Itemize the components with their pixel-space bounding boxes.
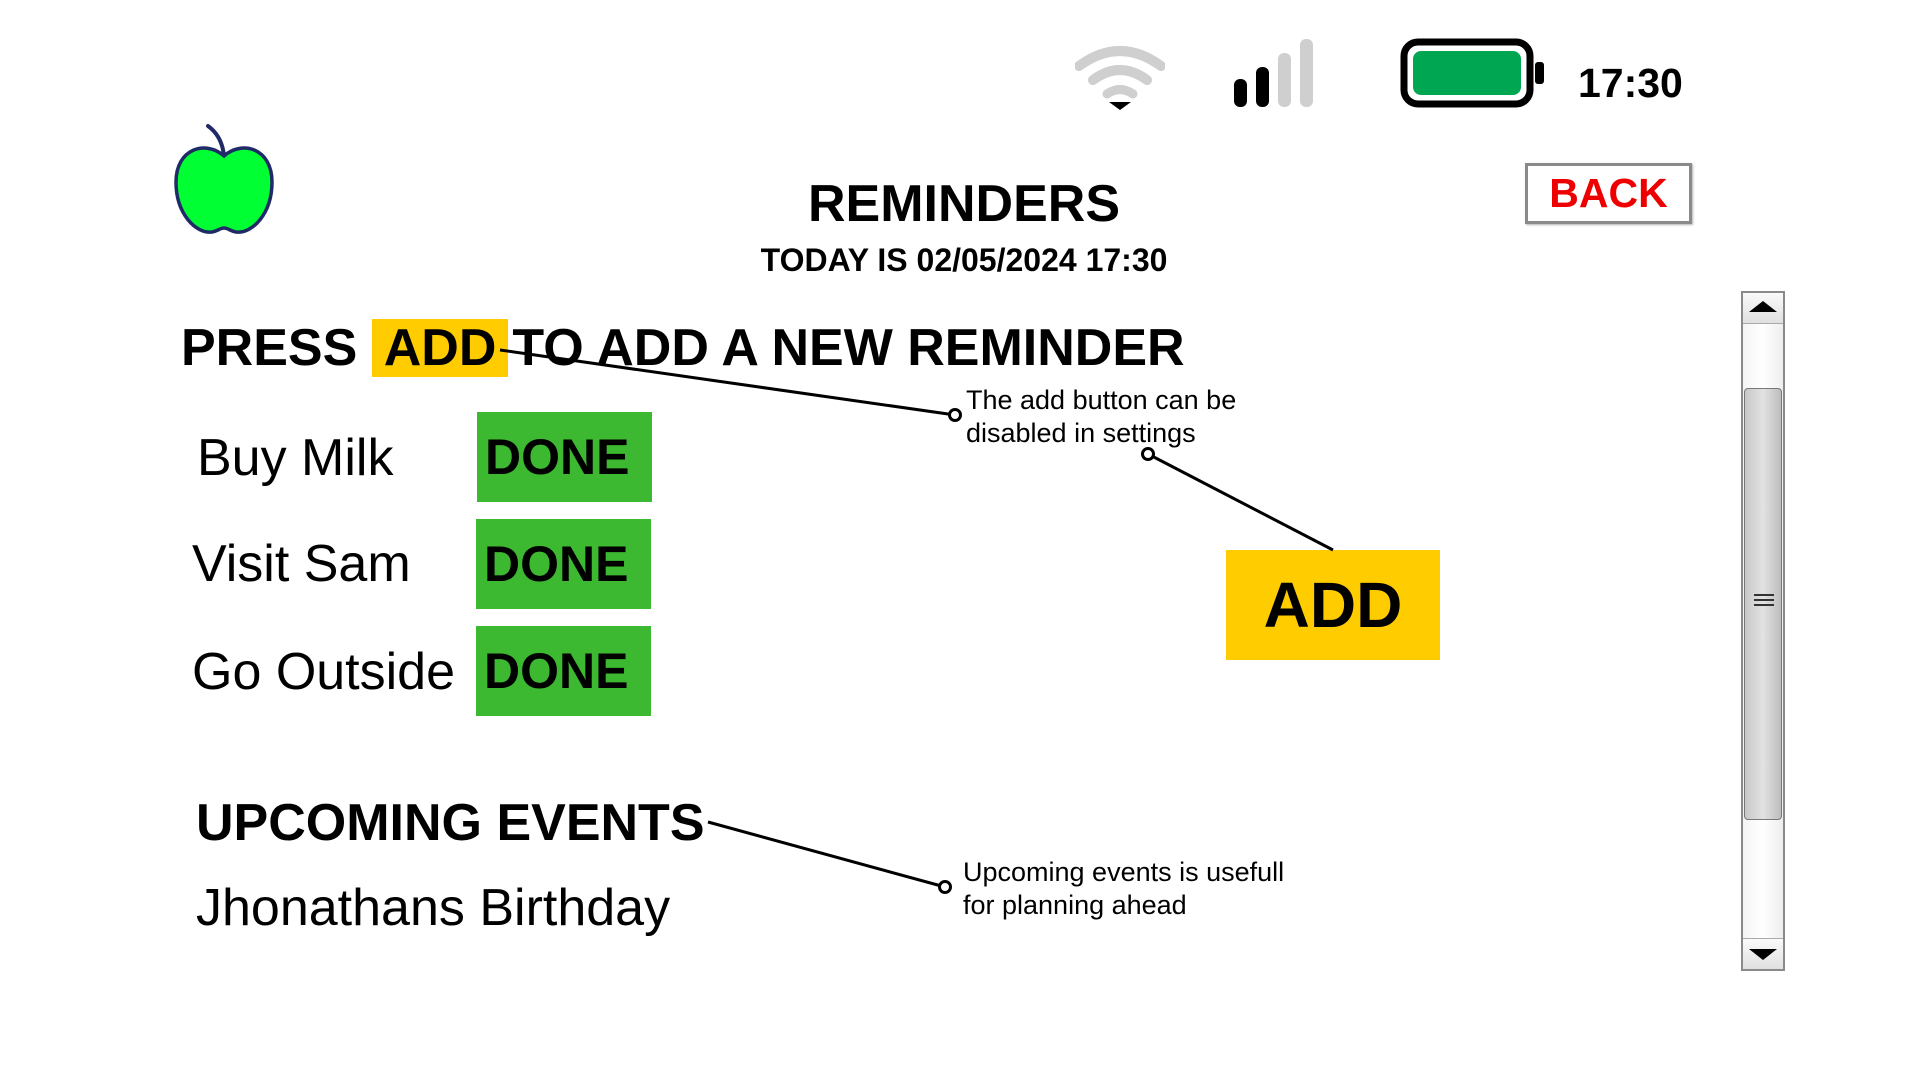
- scroll-thumb[interactable]: [1744, 388, 1782, 820]
- reminder-label: Go Outside: [192, 643, 456, 701]
- scroll-up-arrow-icon[interactable]: [1743, 293, 1783, 324]
- instruction-highlight: ADD: [371, 319, 509, 377]
- page-title: REMINDERS: [807, 175, 1121, 233]
- grip-icon: [1754, 594, 1774, 608]
- annotation-line: Upcoming events is usefull: [963, 857, 1285, 887]
- reminder-label: Buy Milk: [197, 429, 394, 487]
- annotation-anchor: [938, 880, 952, 894]
- battery-icon: [1400, 38, 1544, 108]
- done-button[interactable]: DONE: [477, 412, 652, 502]
- date-subtitle: TODAY IS 02/05/2024 17:30: [760, 242, 1168, 278]
- annotation-line: disabled in settings: [966, 418, 1196, 448]
- signal-icon: [1234, 39, 1313, 107]
- wifi-icon: [1075, 46, 1165, 110]
- event-item: Jhonathans Birthday: [196, 879, 671, 937]
- annotation-anchor: [1141, 447, 1155, 461]
- annotation-connector: [1147, 452, 1334, 552]
- upcoming-events-title: UPCOMING EVENTS: [196, 794, 705, 852]
- annotation-note: The add button can be disabled in settin…: [966, 384, 1236, 450]
- done-button[interactable]: DONE: [476, 626, 651, 716]
- vertical-scrollbar[interactable]: [1741, 291, 1785, 971]
- apple-icon: [174, 124, 274, 234]
- add-button[interactable]: ADD: [1226, 550, 1440, 660]
- annotation-note: Upcoming events is usefull for planning …: [963, 856, 1284, 922]
- annotation-line: The add button can be: [966, 385, 1237, 415]
- status-time: 17:30: [1578, 60, 1683, 106]
- back-button[interactable]: BACK: [1525, 163, 1692, 224]
- scroll-down-arrow-icon[interactable]: [1743, 938, 1783, 969]
- add-instruction: PRESS ADD TO ADD A NEW REMINDER: [181, 316, 1231, 380]
- instruction-prefix: PRESS: [181, 319, 358, 377]
- done-button[interactable]: DONE: [476, 519, 651, 609]
- annotation-anchor: [948, 408, 962, 422]
- annotation-line: for planning ahead: [963, 890, 1187, 920]
- instruction-suffix: TO ADD A NEW REMINDER: [512, 319, 1185, 377]
- reminder-label: Visit Sam: [192, 535, 411, 593]
